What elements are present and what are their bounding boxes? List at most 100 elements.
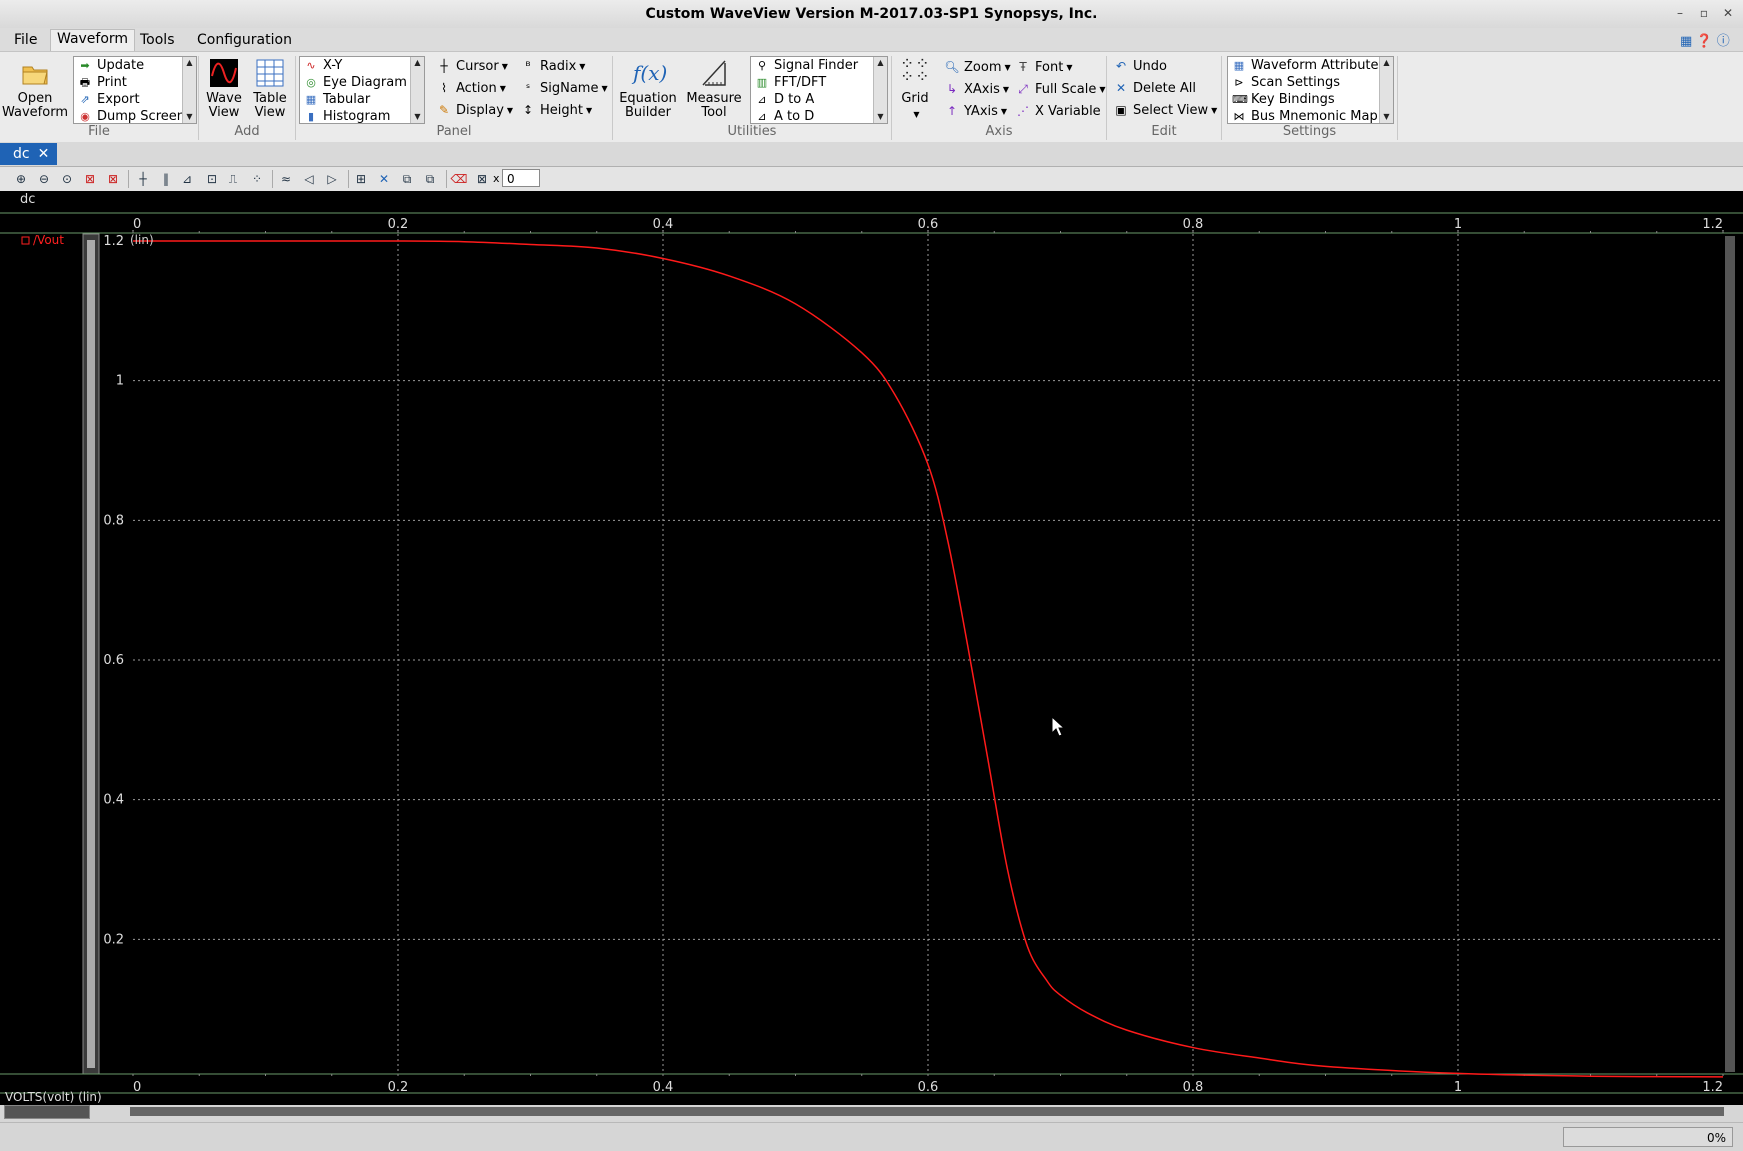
undo-button[interactable]: ↶ Undo bbox=[1113, 56, 1167, 76]
x-value-input[interactable]: 0 bbox=[502, 169, 540, 187]
list-item-eye-diagram[interactable]: ◎ Eye Diagram bbox=[300, 74, 424, 91]
grid-dots-icon[interactable]: ⁘ bbox=[248, 170, 266, 188]
delete-all-button[interactable]: ✕ Delete All bbox=[1113, 78, 1196, 98]
ribbon: Open Waveform ➡ Update 🖶 Print ⇗ Export ◉ Du… bbox=[0, 51, 1743, 143]
yaxis-icon: ↑ bbox=[946, 104, 958, 118]
previous-icon[interactable]: ◁ bbox=[300, 170, 318, 188]
zoom-x-icon[interactable]: ⊠ bbox=[81, 170, 99, 188]
list-item-a-to-d[interactable]: ⊿ A to D bbox=[751, 108, 887, 123]
waveform-panel[interactable]: 0 0 0.2 0.2 0.4 0.4 0.6 0.6 0.8 0.8 1 1 1.2 1.2 1.2 1 0.… bbox=[0, 210, 1743, 1105]
list-item-update[interactable]: ➡ Update bbox=[74, 57, 196, 74]
signal-label[interactable]: /Vout bbox=[33, 233, 64, 247]
cursor-button[interactable]: ┼ Cursor ▼ bbox=[436, 56, 508, 76]
list-item-fft[interactable]: ▥ FFT/DFT bbox=[751, 74, 887, 91]
full-scale-button[interactable]: ⤢ Full Scale ▼ bbox=[1015, 79, 1105, 99]
horizontal-scrollbar[interactable] bbox=[130, 1107, 1724, 1116]
radix-button[interactable]: ᴮ Radix ▼ bbox=[520, 56, 585, 76]
next-icon[interactable]: ▷ bbox=[323, 170, 341, 188]
list-item-tabular[interactable]: ▦ Tabular bbox=[300, 91, 424, 108]
list-scrollbar[interactable]: ▲ ▼ bbox=[1379, 57, 1393, 123]
splitter-handle[interactable] bbox=[87, 240, 95, 1068]
window-help-icons[interactable]: ▦ ❓ ⓘ bbox=[1680, 30, 1740, 49]
list-item-waveform-attributes[interactable]: ▦ Waveform Attributes bbox=[1228, 57, 1393, 74]
vertical-bars-icon[interactable]: ‖ bbox=[157, 170, 175, 188]
scroll-up-icon[interactable]: ▲ bbox=[874, 57, 887, 69]
zoom-out-icon[interactable]: ⊖ bbox=[35, 170, 53, 188]
menu-waveform[interactable]: Waveform bbox=[50, 29, 136, 52]
list-item-xy[interactable]: ∿ X-Y bbox=[300, 57, 424, 74]
chevron-down-icon[interactable]: ▼ bbox=[899, 108, 934, 122]
copy-icon[interactable]: ⧉ bbox=[398, 170, 416, 188]
tab-dc[interactable]: dc ✕ bbox=[0, 143, 57, 165]
slope-icon[interactable]: ⊿ bbox=[178, 170, 196, 188]
x-tick-label-top: 0.8 bbox=[1183, 217, 1204, 232]
list-item-histogram[interactable]: ▮ Histogram bbox=[300, 108, 424, 123]
equation-label-line2: Builder bbox=[625, 105, 671, 120]
utilities-list[interactable]: ⚲ Signal Finder ▥ FFT/DFT ⊿ D to A ⊿ A to D … bbox=[750, 56, 888, 124]
list-scrollbar[interactable]: ▲ ▼ bbox=[873, 57, 887, 123]
link-icon[interactable]: ⧉ bbox=[421, 170, 439, 188]
font-button[interactable]: Ŧ Font ▼ bbox=[1015, 57, 1072, 77]
menu-configuration[interactable]: Configuration bbox=[191, 31, 298, 49]
grid-button[interactable]: ⁘⁘ ⁘⁘ Grid ▼ bbox=[896, 56, 934, 122]
x-tick-label-bottom: 0.2 bbox=[388, 1080, 409, 1095]
equation-builder-button[interactable]: f(x) Equation Builder bbox=[617, 58, 679, 120]
signame-icon: ˢ bbox=[525, 81, 531, 95]
measure-tool-button[interactable]: Measure Tool bbox=[684, 58, 744, 120]
maximize-button[interactable]: ▫ bbox=[1695, 5, 1713, 22]
series-line-vout[interactable] bbox=[133, 240, 1724, 1078]
select-view-button[interactable]: ▣ Select View ▼ bbox=[1113, 100, 1217, 120]
menu-file[interactable]: File bbox=[8, 31, 43, 49]
table-view-button[interactable]: Table View bbox=[248, 58, 292, 120]
zoom-button[interactable]: 🔍︎ Zoom ▼ bbox=[944, 57, 1010, 77]
list-scrollbar[interactable]: ▲ ▼ bbox=[182, 57, 196, 123]
menu-tools[interactable]: Tools bbox=[134, 31, 181, 49]
scroll-up-icon[interactable]: ▲ bbox=[411, 57, 424, 69]
list-item-export[interactable]: ⇗ Export bbox=[74, 91, 196, 108]
list-item-print[interactable]: 🖶 Print bbox=[74, 74, 196, 91]
close-button[interactable]: ✕ bbox=[1719, 5, 1737, 22]
waveform-plot[interactable]: 0 0 0.2 0.2 0.4 0.4 0.6 0.6 0.8 0.8 1 1 1.2 1.2 1.2 1 0.… bbox=[0, 210, 1743, 1105]
list-item-key-bindings[interactable]: ⌨ Key Bindings bbox=[1228, 91, 1393, 108]
x-variable-button[interactable]: ⋰ X Variable bbox=[1015, 101, 1101, 121]
yaxis-button[interactable]: ↑ YAxis ▼ bbox=[944, 101, 1007, 121]
minimize-button[interactable]: – bbox=[1671, 5, 1689, 22]
close-icon[interactable]: ✕ bbox=[38, 146, 50, 162]
delete-icon[interactable]: ✕ bbox=[375, 170, 393, 188]
zoom-y-icon[interactable]: ⊠ bbox=[104, 170, 122, 188]
height-button[interactable]: ↕ Height ▼ bbox=[520, 100, 592, 120]
settings-list[interactable]: ▦ Waveform Attributes ⊳ Scan Settings ⌨ Key… bbox=[1227, 56, 1394, 124]
fit-window-icon[interactable]: ⊞ bbox=[352, 170, 370, 188]
scroll-down-icon[interactable]: ▼ bbox=[1380, 111, 1393, 123]
action-button[interactable]: ⌇ Action ▼ bbox=[436, 78, 506, 98]
zoom-fit-icon[interactable]: ⊙ bbox=[58, 170, 76, 188]
list-item-dump-screen[interactable]: ◉ Dump Screen bbox=[74, 108, 196, 123]
marker-icon[interactable]: ⊡ bbox=[203, 170, 221, 188]
signame-button[interactable]: ˢ SigName ▼ bbox=[520, 78, 608, 98]
scroll-up-icon[interactable]: ▲ bbox=[1380, 57, 1393, 69]
list-item-scan-settings[interactable]: ⊳ Scan Settings bbox=[1228, 74, 1393, 91]
vertical-scrollbar[interactable] bbox=[1725, 236, 1735, 1072]
panel-type-list[interactable]: ∿ X-Y ◎ Eye Diagram ▦ Tabular ▮ Histogram ▲ ▼ bbox=[299, 56, 425, 124]
zoom-in-icon[interactable]: ⊕ bbox=[12, 170, 30, 188]
list-item-bus-mnemonic-map[interactable]: ⋈ Bus Mnemonic Map bbox=[1228, 108, 1393, 123]
open-waveform-button[interactable]: Open Waveform bbox=[2, 58, 68, 120]
waveform-icon[interactable]: ≈ bbox=[277, 170, 295, 188]
measure-box-icon[interactable]: ⊠ bbox=[473, 170, 491, 188]
signal-list-hscroll[interactable] bbox=[4, 1105, 90, 1119]
scroll-down-icon[interactable]: ▼ bbox=[874, 111, 887, 123]
scroll-down-icon[interactable]: ▼ bbox=[411, 111, 424, 123]
list-item-signal-finder[interactable]: ⚲ Signal Finder bbox=[751, 57, 887, 74]
eraser-icon[interactable]: ⌫ bbox=[450, 170, 468, 188]
scroll-up-icon[interactable]: ▲ bbox=[183, 57, 196, 69]
delete-icon: ✕ bbox=[1115, 81, 1127, 95]
pulse-icon[interactable]: ⎍ bbox=[224, 170, 242, 188]
xaxis-button[interactable]: ↳ XAxis ▼ bbox=[944, 79, 1009, 99]
list-scrollbar[interactable]: ▲ ▼ bbox=[410, 57, 424, 123]
display-button[interactable]: ✎ Display ▼ bbox=[436, 100, 513, 120]
list-item-d-to-a[interactable]: ⊿ D to A bbox=[751, 91, 887, 108]
file-action-list[interactable]: ➡ Update 🖶 Print ⇗ Export ◉ Dump Screen ▲ ▼ bbox=[73, 56, 197, 124]
scroll-down-icon[interactable]: ▼ bbox=[183, 111, 196, 123]
crosshair-icon[interactable]: ┼ bbox=[134, 170, 152, 188]
wave-view-button[interactable]: Wave View bbox=[202, 58, 246, 120]
